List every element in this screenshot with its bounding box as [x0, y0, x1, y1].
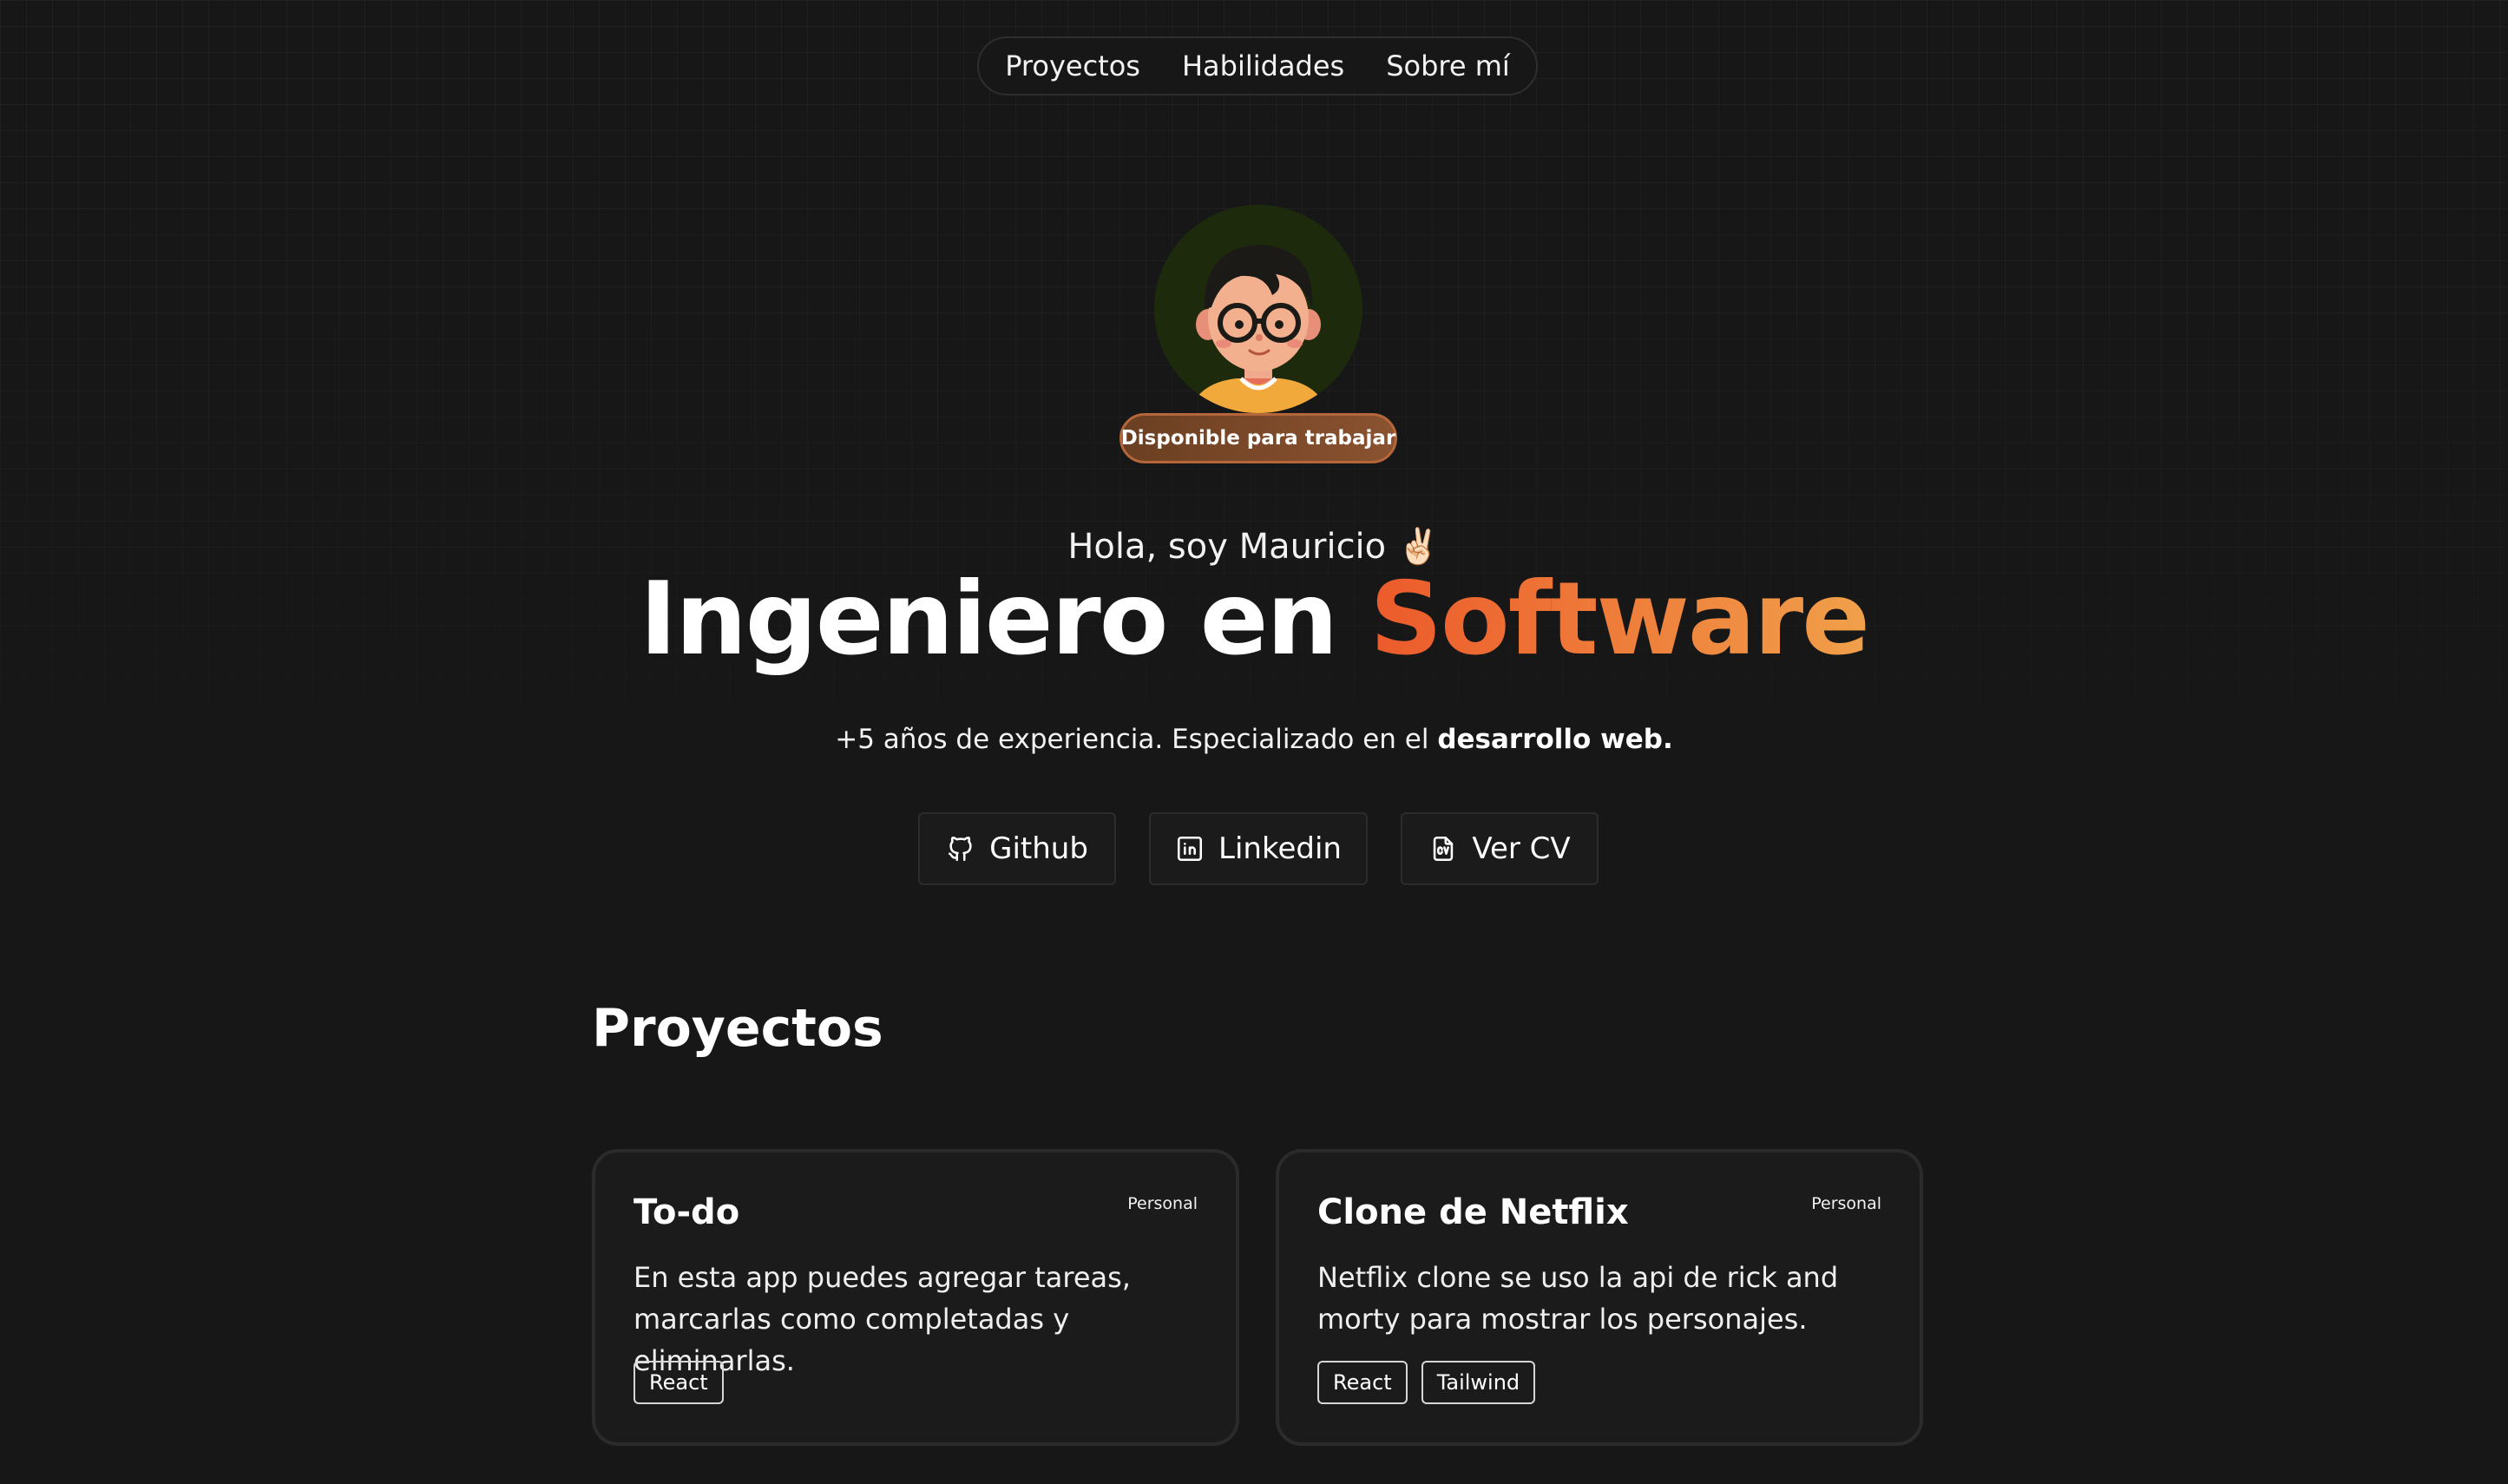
project-tags: React Tailwind — [1317, 1361, 1536, 1404]
cv-file-icon — [1428, 834, 1458, 863]
tag-react: React — [1317, 1361, 1408, 1404]
cv-button[interactable]: Ver CV — [1401, 812, 1599, 885]
nav-item-habilidades[interactable]: Habilidades — [1182, 49, 1344, 82]
linkedin-label: Linkedin — [1218, 831, 1342, 866]
project-type: Personal — [1811, 1194, 1881, 1213]
project-title: Clone de Netflix — [1317, 1192, 1629, 1232]
tag-tailwind: Tailwind — [1421, 1361, 1536, 1404]
project-tags: React — [634, 1361, 724, 1404]
headline-accent: Software — [1369, 561, 1869, 678]
projects-title: Proyectos — [592, 998, 883, 1059]
headline-main: Ingeniero en — [640, 561, 1370, 678]
tag-react: React — [634, 1361, 724, 1404]
nav-item-sobre-mi[interactable]: Sobre mí — [1386, 49, 1510, 82]
nav-item-proyectos[interactable]: Proyectos — [1005, 49, 1140, 82]
linkedin-icon — [1175, 834, 1205, 863]
cv-label: Ver CV — [1472, 831, 1571, 866]
project-type: Personal — [1127, 1194, 1198, 1213]
project-title: To-do — [634, 1192, 740, 1232]
avatar — [1154, 205, 1362, 413]
github-icon — [946, 834, 975, 863]
subtitle: +5 años de experiencia. Especializado en… — [0, 724, 2508, 755]
availability-badge: Disponible para trabajar — [1119, 413, 1397, 463]
linkedin-button[interactable]: Linkedin — [1149, 812, 1368, 885]
subtitle-main: +5 años de experiencia. Especializado en… — [835, 724, 1438, 755]
top-nav: Proyectos Habilidades Sobre mí — [977, 36, 1538, 95]
avatar-illustration — [1189, 245, 1328, 413]
headline: Ingeniero en Software — [0, 561, 2508, 678]
project-card-todo[interactable]: To-do Personal En esta app puedes agrega… — [592, 1149, 1239, 1446]
subtitle-bold: desarrollo web. — [1437, 724, 1673, 755]
project-description: Netflix clone se uso la api de rick and … — [1317, 1261, 1839, 1336]
github-button[interactable]: Github — [918, 812, 1116, 885]
project-card-netflix[interactable]: Clone de Netflix Personal Netflix clone … — [1276, 1149, 1923, 1446]
github-label: Github — [989, 831, 1088, 866]
portfolio-page: Proyectos Habilidades Sobre mí Disponibl… — [0, 0, 2508, 1484]
